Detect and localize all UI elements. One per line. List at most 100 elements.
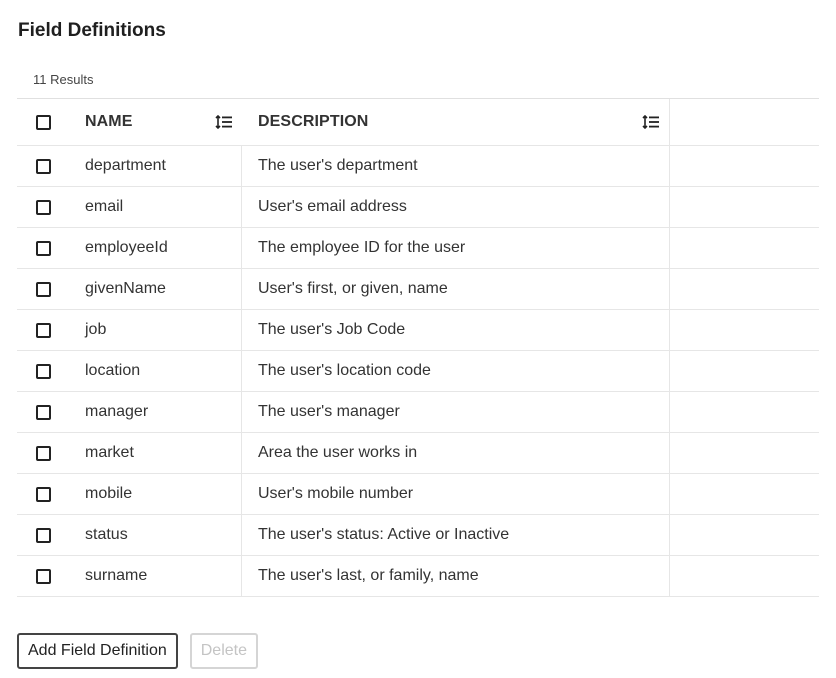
table-header-row: NAME DESCRIPTION [17,99,819,146]
row-checkbox[interactable] [36,199,51,215]
row-spacer [670,228,819,268]
cell-name: surname [69,556,242,596]
row-select-cell [17,269,69,309]
cell-name: department [69,146,242,186]
field-name: job [85,321,107,338]
column-header-name-label: NAME [85,113,133,130]
field-description: The user's location code [258,362,431,379]
row-select-cell [17,474,69,514]
row-checkbox[interactable] [36,527,51,543]
add-field-definition-button[interactable]: Add Field Definition [17,633,178,669]
cell-name: location [69,351,242,391]
delete-button: Delete [189,633,258,669]
cell-description: The user's status: Active or Inactive [242,515,670,555]
table-row[interactable]: givenName User's first, or given, name [17,269,819,310]
field-definitions-table: NAME DESCRIPTION department The user's de… [17,98,819,597]
row-spacer [670,146,819,186]
table-row[interactable]: mobile User's mobile number [17,474,819,515]
cell-name: mobile [69,474,242,514]
select-all-cell [17,99,69,145]
cell-name: market [69,433,242,473]
table-row[interactable]: location The user's location code [17,351,819,392]
sort-description-icon[interactable] [642,115,660,129]
field-name: department [85,157,166,174]
field-name: email [85,198,124,215]
row-select-cell [17,556,69,596]
result-count: 11 Results [33,72,94,87]
row-checkbox[interactable] [36,363,51,379]
field-name: mobile [85,485,133,502]
table-row[interactable]: manager The user's manager [17,392,819,433]
table-row[interactable]: status The user's status: Active or Inact… [17,515,819,556]
cell-description: The user's manager [242,392,670,432]
column-header-description[interactable]: DESCRIPTION [242,99,670,145]
row-spacer [670,433,819,473]
row-checkbox[interactable] [36,158,51,174]
row-select-cell [17,310,69,350]
field-description: Area the user works in [258,444,418,461]
field-description: The employee ID for the user [258,239,466,256]
field-description: The user's Job Code [258,321,406,338]
row-select-cell [17,146,69,186]
row-select-cell [17,515,69,555]
row-spacer [670,515,819,555]
cell-name: manager [69,392,242,432]
row-checkbox[interactable] [36,322,51,338]
row-checkbox[interactable] [36,568,51,584]
row-checkbox[interactable] [36,486,51,502]
row-select-cell [17,433,69,473]
cell-description: Area the user works in [242,433,670,473]
action-bar: Add Field Definition Delete [17,633,258,669]
cell-name: status [69,515,242,555]
table-row[interactable]: job The user's Job Code [17,310,819,351]
table-row[interactable]: market Area the user works in [17,433,819,474]
table-row[interactable]: surname The user's last, or family, name [17,556,819,597]
field-name: status [85,526,128,543]
cell-name: job [69,310,242,350]
field-name: givenName [85,280,166,297]
cell-description: User's mobile number [242,474,670,514]
row-checkbox[interactable] [36,445,51,461]
row-spacer [670,351,819,391]
field-name: employeeId [85,239,168,256]
column-header-spacer [670,99,819,145]
cell-description: The user's Job Code [242,310,670,350]
field-name: surname [85,567,148,584]
row-spacer [670,310,819,350]
field-description: User's first, or given, name [258,280,448,297]
row-spacer [670,187,819,227]
row-select-cell [17,228,69,268]
row-spacer [670,392,819,432]
field-description: The user's last, or family, name [258,567,479,584]
sort-name-icon[interactable] [215,115,233,129]
cell-name: givenName [69,269,242,309]
field-description: The user's department [258,157,418,174]
row-checkbox[interactable] [36,240,51,256]
field-description: The user's status: Active or Inactive [258,526,510,543]
page-title: Field Definitions [18,20,166,41]
row-spacer [670,474,819,514]
column-header-description-label: DESCRIPTION [258,113,369,130]
row-checkbox[interactable] [36,404,51,420]
field-description: User's email address [258,198,407,215]
row-checkbox[interactable] [36,281,51,297]
table-row[interactable]: employeeId The employee ID for the user [17,228,819,269]
select-all-checkbox[interactable] [36,114,51,130]
table-row[interactable]: department The user's department [17,146,819,187]
cell-description: The employee ID for the user [242,228,670,268]
field-name: market [85,444,134,461]
field-name: manager [85,403,149,420]
cell-description: User's first, or given, name [242,269,670,309]
row-select-cell [17,351,69,391]
field-description: The user's manager [258,403,400,420]
cell-description: The user's department [242,146,670,186]
row-spacer [670,556,819,596]
cell-description: The user's last, or family, name [242,556,670,596]
column-header-name[interactable]: NAME [69,99,242,145]
row-select-cell [17,187,69,227]
cell-name: email [69,187,242,227]
field-name: location [85,362,141,379]
table-row[interactable]: email User's email address [17,187,819,228]
cell-description: The user's location code [242,351,670,391]
row-spacer [670,269,819,309]
